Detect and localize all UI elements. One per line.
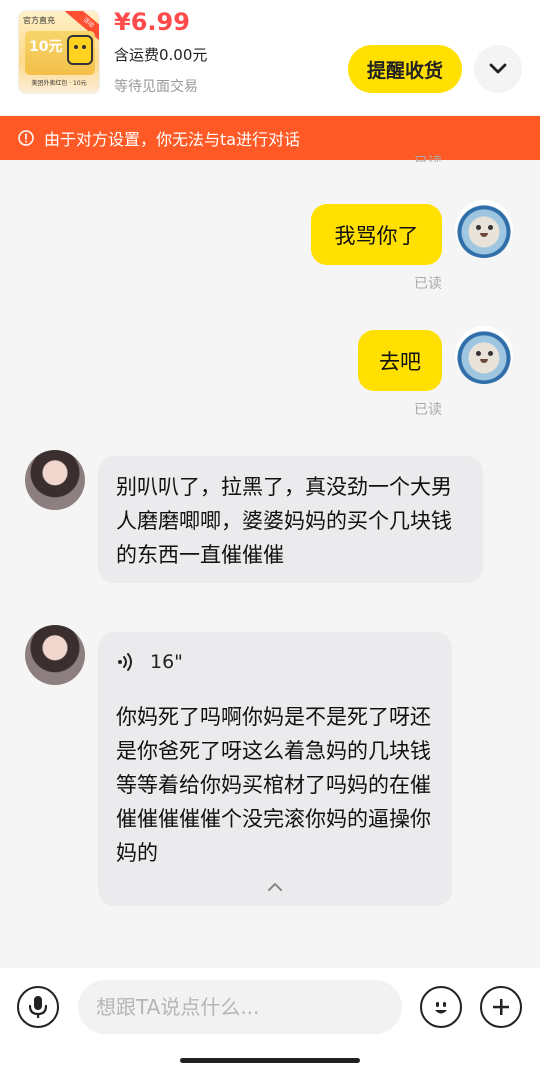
read-receipt-label: 已读 — [414, 155, 442, 162]
input-bar — [0, 968, 540, 1068]
read-receipt: 已读 — [414, 276, 442, 292]
thumbnail-caption: 美团外卖红包 · 10元 — [31, 80, 87, 87]
voice-wave-icon — [118, 653, 132, 671]
voice-message-bubble[interactable]: 16" 你妈死了吗啊你妈是不是死了呀还是你爸死了呀这么着急妈的几块钱等等着给你妈… — [98, 632, 452, 906]
my-avatar[interactable] — [455, 326, 513, 384]
emoji-icon — [435, 1002, 447, 1014]
order-shipping: 含运费0.00元 — [114, 46, 208, 64]
message-bubble-me[interactable]: 去吧 — [358, 330, 442, 391]
thumbnail-amount: 10元 — [29, 39, 63, 55]
notice-banner: 由于对方设置，你无法与ta进行对话 — [0, 116, 540, 160]
home-indicator[interactable] — [180, 1058, 360, 1063]
contact-avatar[interactable] — [25, 450, 85, 510]
voice-transcript: 你妈死了吗啊你妈是不是死了呀还是你爸死了呀这么着急妈的几块钱等等着给你妈买棺材了… — [116, 705, 431, 865]
voice-player[interactable]: 16" — [116, 646, 434, 678]
emoji-button[interactable] — [420, 986, 462, 1028]
contact-avatar[interactable] — [25, 625, 85, 685]
mascot-icon — [67, 35, 93, 65]
read-receipt: 已读 — [414, 152, 442, 162]
my-avatar[interactable] — [455, 200, 513, 258]
product-thumbnail[interactable]: 官方直充 活动 10元 美团外卖红包 · 10元 — [18, 10, 100, 94]
thumbnail-badge: 官方直充 — [23, 16, 55, 25]
more-button[interactable] — [474, 45, 522, 93]
order-header: 官方直充 活动 10元 美团外卖红包 · 10元 ¥6.99 含运费0.00元 … — [0, 0, 540, 115]
remind-receipt-button[interactable]: 提醒收货 — [348, 45, 462, 93]
message-bubble-me[interactable]: 我骂你了 — [311, 204, 442, 265]
message-bubble-other[interactable]: 别叭叭了，拉黑了，真没劲一个大男人磨磨唧唧，婆婆妈妈的买个几块钱的东西一直催催催 — [98, 456, 483, 583]
voice-duration: 16" — [150, 651, 183, 673]
message-input[interactable] — [78, 980, 402, 1034]
plus-icon — [493, 999, 509, 1015]
order-price: ¥6.99 — [114, 8, 190, 36]
chevron-down-icon — [489, 63, 507, 74]
microphone-icon — [28, 996, 48, 1018]
notice-text: 由于对方设置，你无法与ta进行对话 — [44, 130, 301, 149]
read-receipt: 已读 — [414, 402, 442, 418]
order-status: 等待见面交易 — [114, 79, 198, 95]
voice-input-button[interactable] — [17, 986, 59, 1028]
plus-button[interactable] — [480, 986, 522, 1028]
info-icon — [18, 130, 34, 146]
chevron-up-icon[interactable] — [266, 880, 284, 892]
